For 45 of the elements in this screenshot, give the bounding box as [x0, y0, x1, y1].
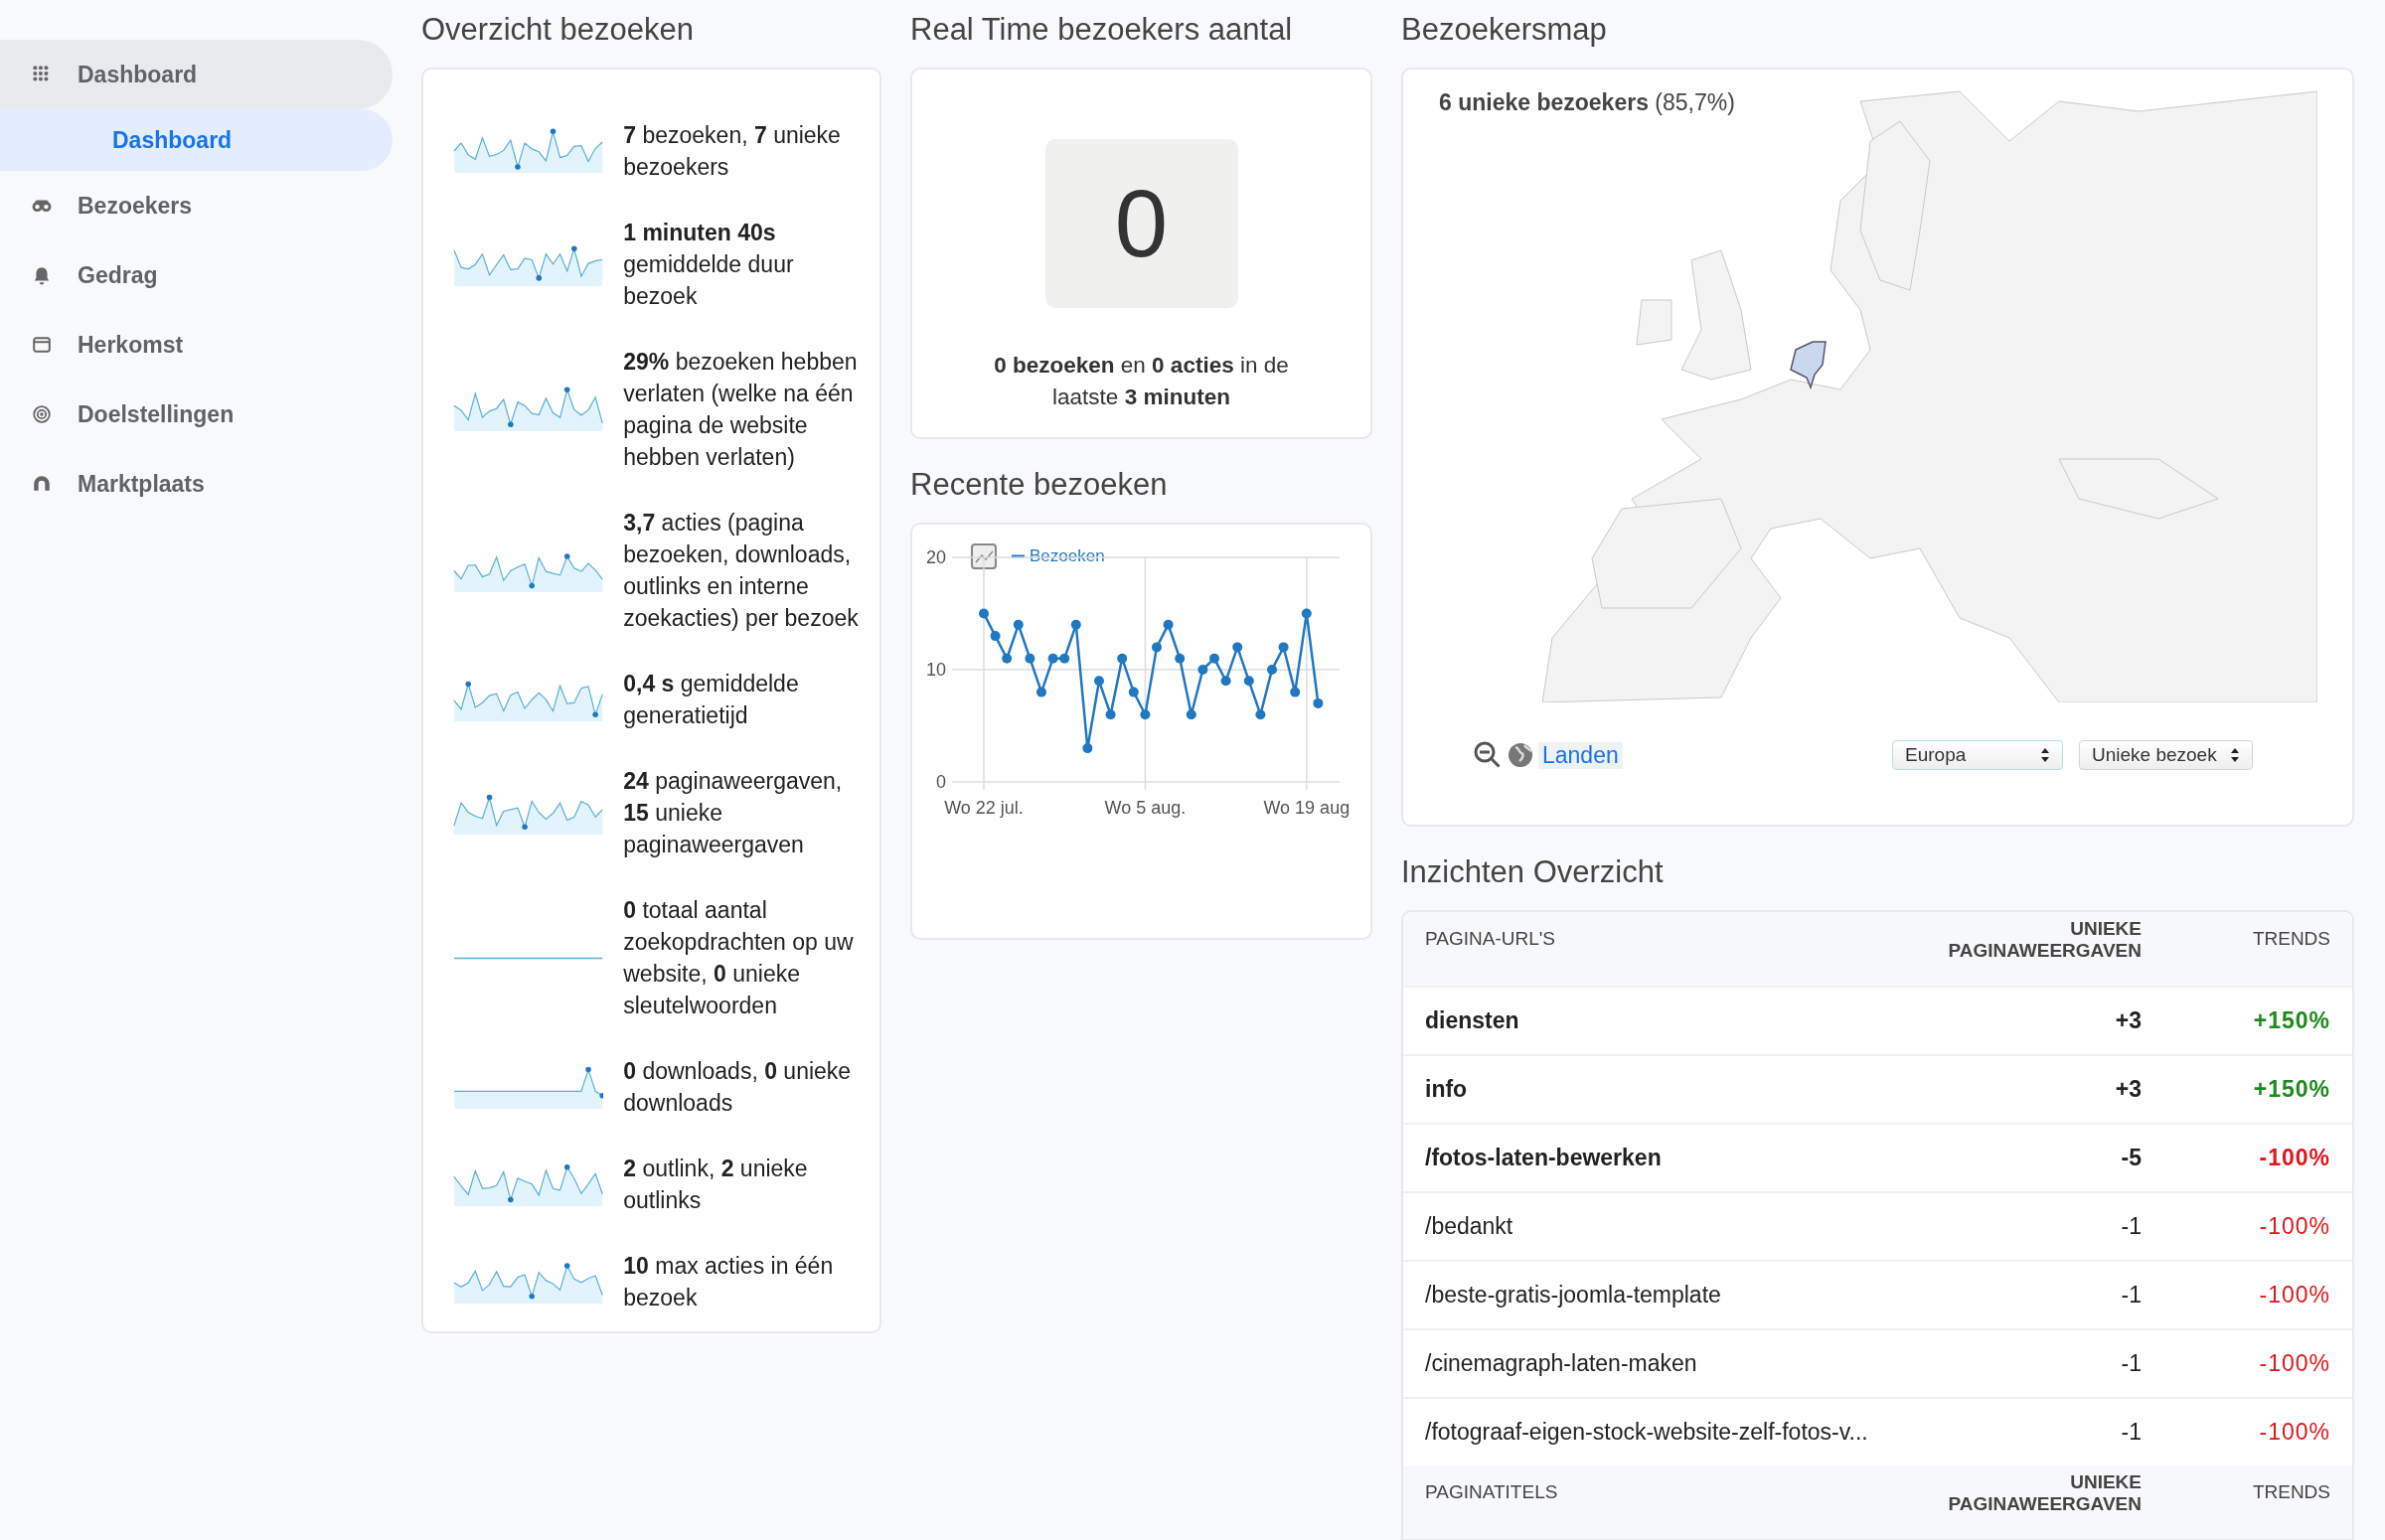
section-title: Bezoekersmap — [1401, 12, 1608, 48]
section-title: Overzicht bezoeken — [421, 12, 695, 48]
metric-text: 29% bezoeken hebben verlaten (welke na één pagina de website hebben verlaten) — [623, 348, 859, 472]
trend-value: +150% — [2252, 1076, 2330, 1103]
column-header: PAGINATITELS — [1425, 1480, 1559, 1503]
trend-value: -100% — [2258, 1419, 2330, 1446]
section-title: Inzichten Overzicht — [1401, 854, 1665, 890]
map-summary: 6 unieke bezoekers (85,7%) — [1439, 89, 1735, 116]
axis-label: Wo 22 jul. — [944, 798, 1024, 818]
metric-text: 24 paginaweergaven, 15 unieke paginaweergaven — [623, 767, 844, 859]
axis-label: Wo 19 aug — [1263, 798, 1351, 818]
column-header: UNIEKE PAGINAWEERGAVEN — [1947, 1471, 2142, 1515]
column-header: PAGINA-URL'S — [1425, 927, 1557, 950]
metric-text: 1 minuten 40s gemiddelde duur bezoek — [623, 219, 795, 311]
table-cell-text: -5 — [2120, 1145, 2142, 1171]
column-header: TRENDS — [2251, 927, 2330, 950]
table-cell-text: -1 — [2120, 1350, 2142, 1377]
metric-text: 0 totaal aantal zoekopdrachten op uw website, 0 unieke sleutelwoorden — [623, 896, 855, 1020]
table-cell-text: +3 — [2114, 1076, 2142, 1103]
section-title: Real Time bezoekers aantal — [910, 12, 1294, 48]
visitor-counter: 0 — [1044, 139, 1238, 308]
axis-label: 0 — [936, 772, 946, 792]
table-cell-text: -1 — [2120, 1282, 2142, 1309]
realtime-summary: 0 bezoeken en 0 acties in de laatste 3 minuten — [993, 352, 1290, 411]
axis-label: Wo 5 aug. — [1104, 798, 1187, 818]
table-cell-text: +3 — [2114, 1007, 2142, 1034]
trend-value: -100% — [2258, 1350, 2330, 1377]
axis-label: 10 — [925, 660, 946, 680]
metric-text: 2 outlink, 2 unieke outlinks — [623, 1155, 809, 1215]
metric-text: 3,7 acties (pagina bezoeken, downloads, outlinks en interne zoekacties) per bezoek — [623, 509, 860, 633]
column-header: UNIEKE PAGINAWEERGAVEN — [1947, 918, 2142, 962]
metric-text: 10 max acties in één bezoek — [623, 1252, 835, 1312]
axis-label: 20 — [925, 547, 946, 567]
trend-value: -100% — [2258, 1145, 2330, 1171]
section-title: Recente bezoeken — [910, 467, 1169, 503]
metric-text: 0,4 s gemiddelde generatietijd — [623, 670, 800, 730]
trend-value: -100% — [2258, 1213, 2330, 1240]
table-cell-text: -1 — [2120, 1213, 2142, 1240]
column-header: TRENDS — [2251, 1480, 2330, 1503]
table-cell-text: -1 — [2120, 1419, 2142, 1446]
trend-value: +150% — [2252, 1007, 2330, 1034]
trend-value: -100% — [2258, 1282, 2330, 1309]
legend-label: Bezoeken — [1030, 546, 1105, 565]
metric-text: 7 bezoeken, 7 unieke bezoekers — [623, 121, 842, 182]
metric-text: 0 downloads, 0 unieke downloads — [623, 1057, 853, 1118]
